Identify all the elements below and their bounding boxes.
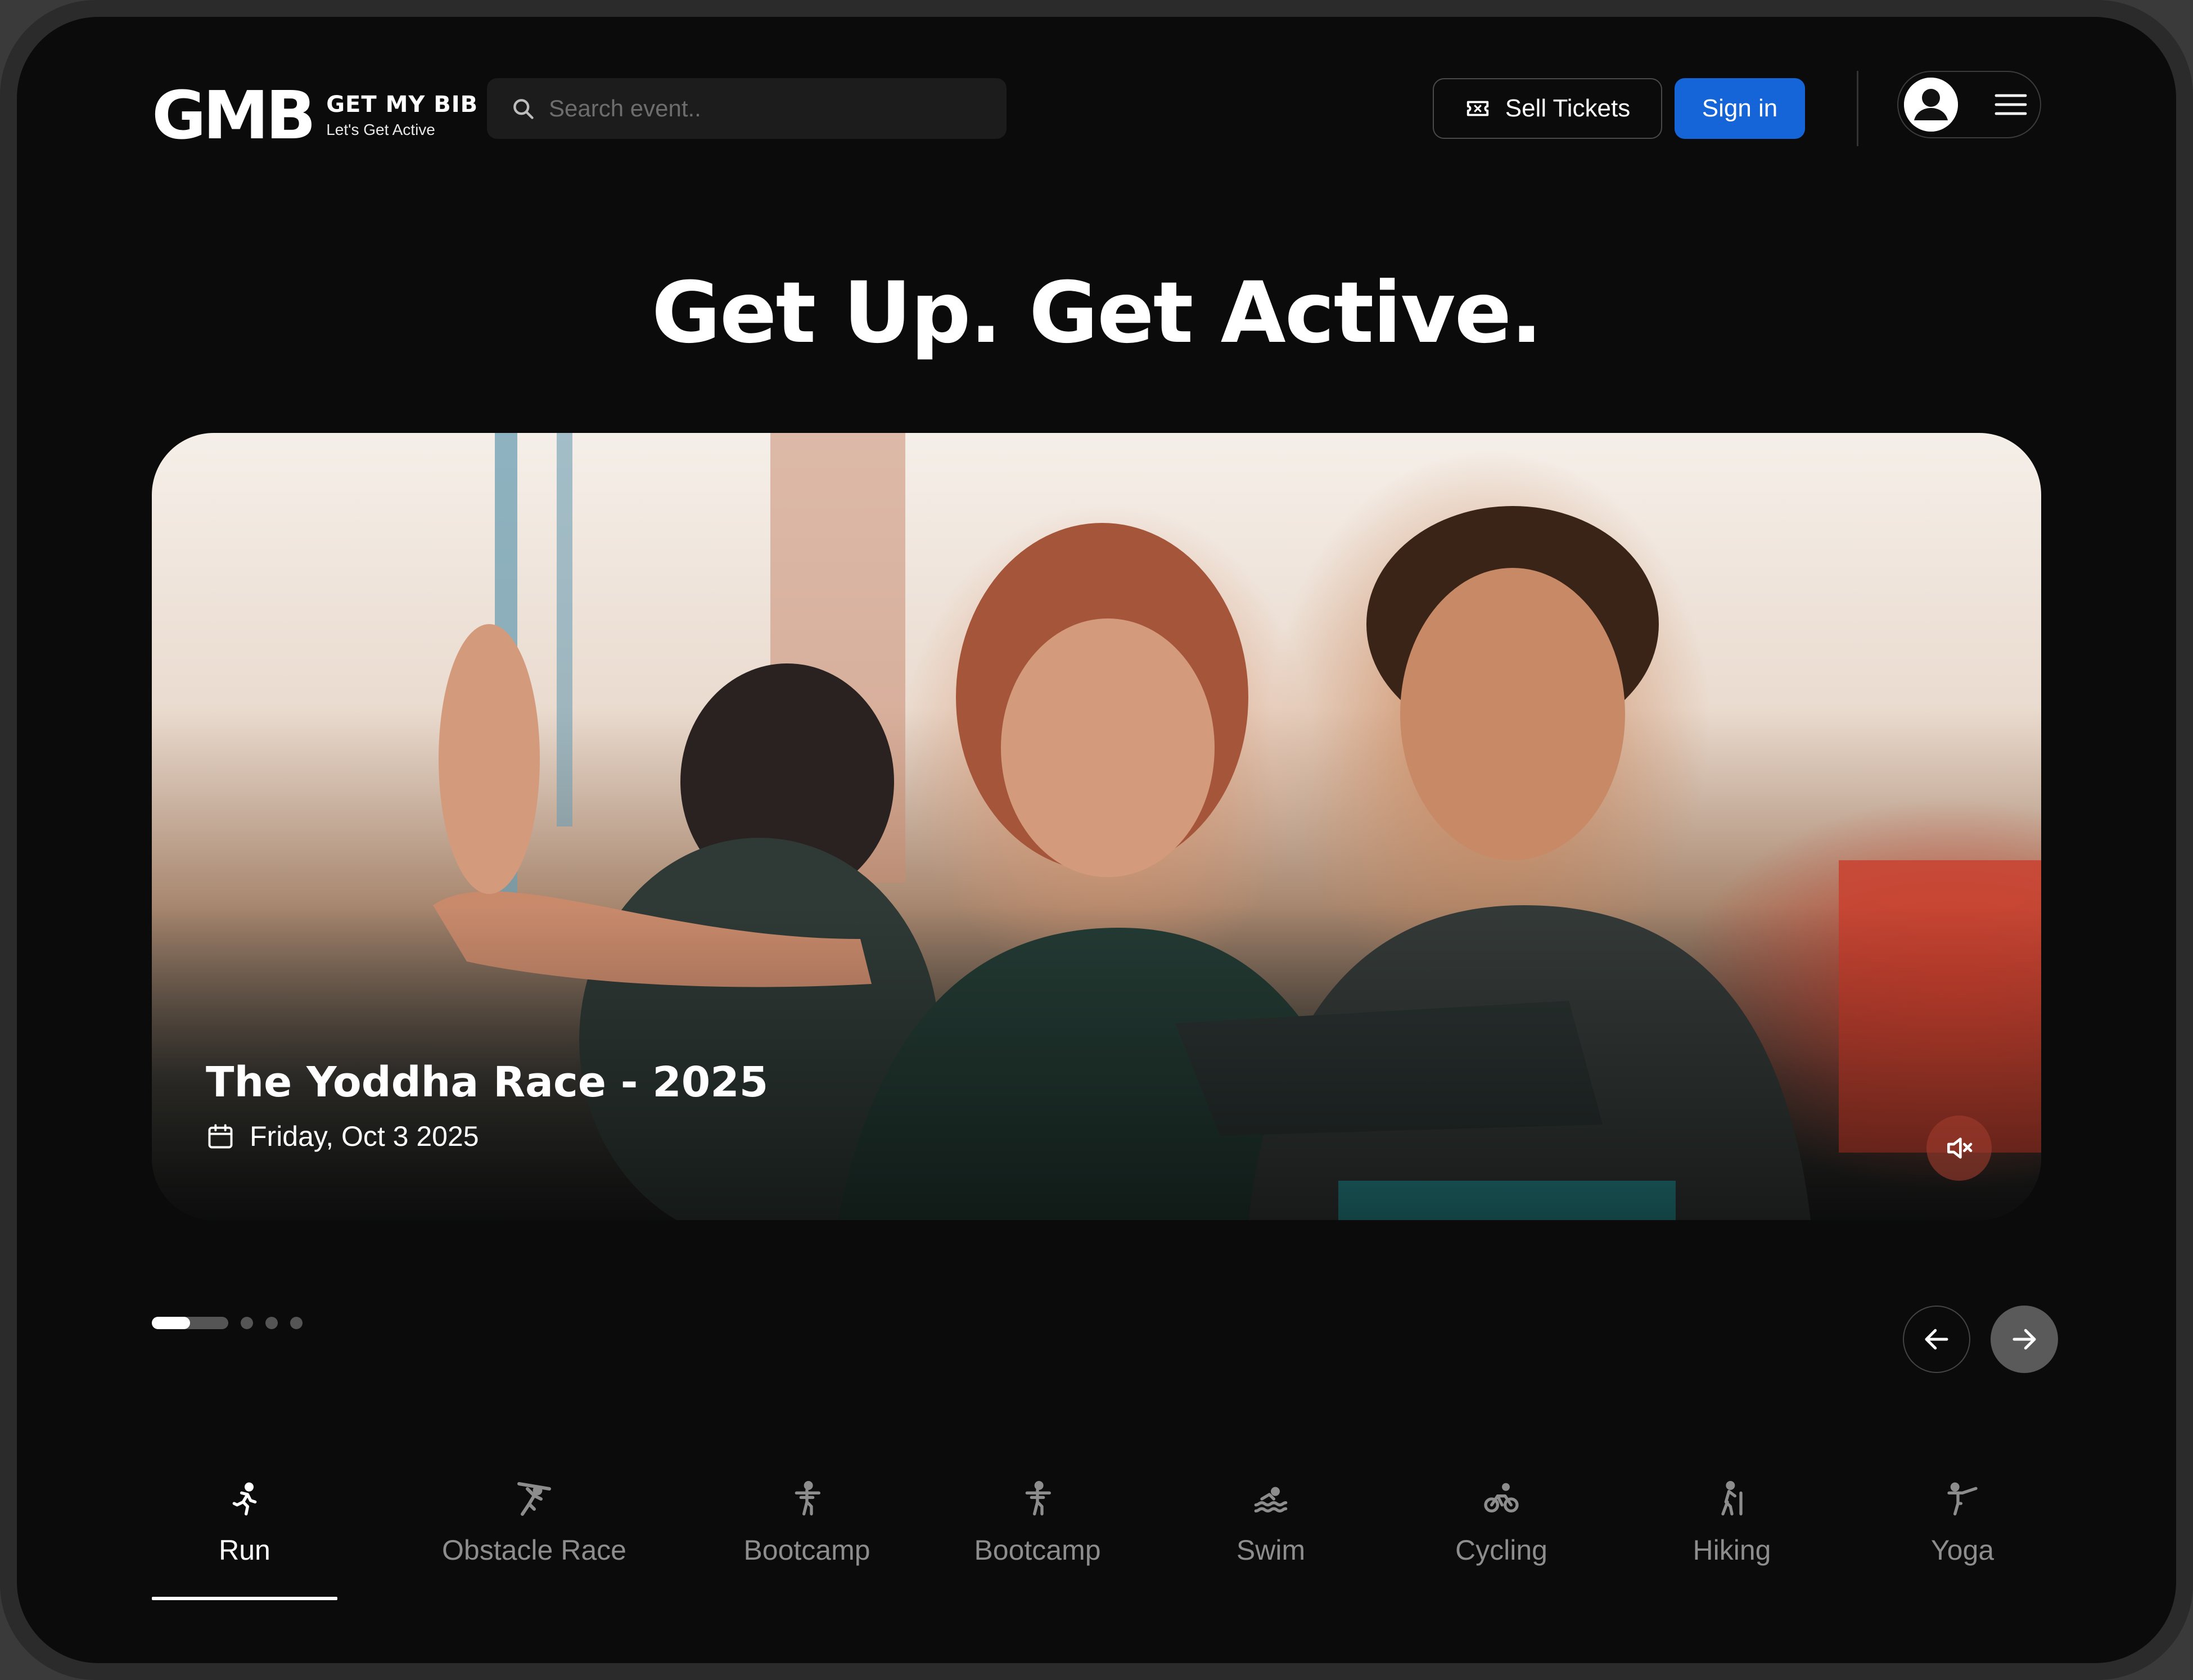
category-tab-cycling[interactable]: Cycling [1411, 1476, 1591, 1566]
category-label: Obstacle Race [442, 1534, 626, 1566]
logo[interactable]: GMB GET MY BIB Let's Get Active [152, 82, 478, 149]
yoga-icon [1947, 1482, 1978, 1516]
carousel-indicators [152, 1317, 303, 1329]
device-frame: GMB GET MY BIB Let's Get Active Sell Tic… [0, 0, 2193, 1680]
event-date: Friday, Oct 3 2025 [206, 1120, 479, 1153]
logo-mark: GMB [152, 76, 316, 154]
mute-toggle-button[interactable] [1926, 1116, 1992, 1181]
run-icon [232, 1482, 257, 1516]
active-category-underline [152, 1597, 337, 1600]
category-label: Swim [1236, 1534, 1306, 1566]
event-date-text: Friday, Oct 3 2025 [250, 1121, 479, 1152]
arrow-left-icon [1925, 1329, 1948, 1350]
sell-tickets-button[interactable]: Sell Tickets [1433, 78, 1662, 139]
event-title[interactable]: The Yoddha Race - 2025 [206, 1058, 768, 1107]
carousel-dot[interactable] [265, 1317, 278, 1329]
sign-in-button[interactable]: Sign in [1675, 78, 1805, 139]
category-tab-hiking[interactable]: Hiking [1642, 1476, 1822, 1566]
category-tab-yoga[interactable]: Yoga [1872, 1476, 2052, 1566]
category-label: Cycling [1455, 1534, 1547, 1566]
swim-icon [1254, 1487, 1288, 1512]
bootcamp-icon [1025, 1481, 1051, 1516]
app-screen: GMB GET MY BIB Let's Get Active Sell Tic… [17, 17, 2176, 1663]
cycling-icon [1484, 1483, 1519, 1512]
user-icon [1904, 78, 1958, 132]
category-label: Bootcamp [974, 1534, 1101, 1566]
header-divider [1857, 71, 1858, 146]
logo-tagline: Let's Get Active [326, 121, 435, 138]
carousel-dot[interactable] [241, 1317, 253, 1329]
category-tab-swim[interactable]: Swim [1181, 1476, 1361, 1566]
hamburger-menu-icon [1995, 94, 2027, 115]
ticket-icon [1466, 101, 1488, 116]
search-bar[interactable] [487, 78, 1007, 139]
sell-tickets-label: Sell Tickets [1505, 94, 1631, 122]
profile-menu-button[interactable] [1897, 71, 2041, 138]
carousel-prev-button[interactable] [1903, 1306, 1970, 1373]
calendar-icon [208, 1124, 233, 1149]
carousel-dot[interactable] [290, 1317, 303, 1329]
category-label: Hiking [1693, 1534, 1771, 1566]
logo-text: GET MY BIB Let's Get Active [326, 92, 478, 139]
volume-mute-icon [1947, 1137, 1973, 1159]
hiking-icon [1721, 1481, 1743, 1516]
category-tab-obstacle-race[interactable]: Obstacle Race [410, 1476, 658, 1566]
arrow-right-icon [2012, 1329, 2036, 1350]
search-icon [513, 99, 534, 119]
category-label: Run [219, 1534, 270, 1566]
category-tab-run[interactable]: Run [152, 1476, 337, 1566]
search-input[interactable] [548, 94, 989, 123]
hero-title: Get Up. Get Active. [651, 264, 1543, 362]
category-tab-bootcamp[interactable]: Bootcamp [714, 1476, 900, 1566]
logo-name: GET MY BIB [326, 92, 479, 118]
obstacle-icon [517, 1482, 551, 1516]
carousel-progress [152, 1317, 190, 1329]
category-tab-bootcamp-2[interactable]: Bootcamp [945, 1476, 1130, 1566]
avatar [1904, 78, 1958, 132]
category-label: Bootcamp [743, 1534, 870, 1566]
carousel-next-button[interactable] [1991, 1306, 2058, 1373]
bootcamp-icon [795, 1481, 820, 1516]
featured-event-banner[interactable]: The Yoddha Race - 2025 Friday, Oct 3 202… [152, 433, 2041, 1220]
carousel-dot-active[interactable] [152, 1317, 228, 1329]
category-label: Yoga [1930, 1534, 1995, 1566]
